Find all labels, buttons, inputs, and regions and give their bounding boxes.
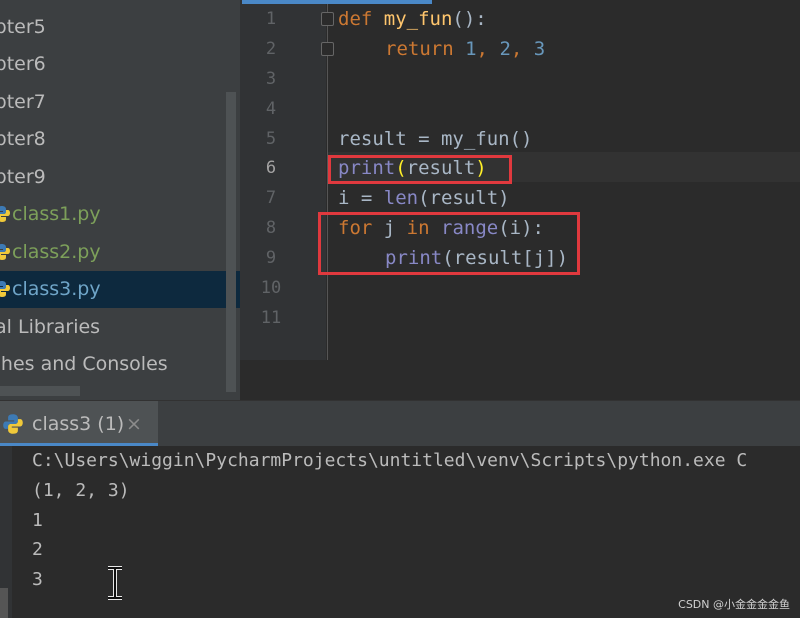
editor-bottom-area bbox=[240, 360, 800, 400]
code-text: (result) bbox=[418, 187, 510, 209]
tree-item-chapter9[interactable]: apter9 bbox=[0, 159, 240, 196]
function-name: my_fun bbox=[383, 8, 453, 30]
code-line-7: i = len(result) bbox=[338, 183, 510, 213]
line-number: 11 bbox=[260, 308, 282, 328]
tree-item-label: nal Libraries bbox=[0, 316, 101, 338]
tree-item-label: apter9 bbox=[0, 166, 46, 188]
line-number: 9 bbox=[265, 248, 277, 268]
line-number: 10 bbox=[260, 278, 282, 298]
tree-item-label: class3.py bbox=[12, 278, 101, 300]
close-icon[interactable]: × bbox=[126, 401, 142, 447]
code-text: (): bbox=[452, 8, 487, 30]
console-scrollbar[interactable] bbox=[0, 588, 8, 618]
console-line: (1, 2, 3) bbox=[32, 480, 130, 501]
tree-item-label: apter7 bbox=[0, 91, 46, 113]
tree-item-label: class1.py bbox=[12, 203, 101, 225]
run-tab-class3[interactable]: class3 (1) × bbox=[0, 401, 158, 446]
project-tree-horizontal-scrollbar[interactable] bbox=[0, 386, 80, 396]
run-tab-label: class3 (1) bbox=[32, 413, 125, 435]
tree-item-chapter6[interactable]: apter6 bbox=[0, 46, 240, 83]
code-line-1: def my_fun(): bbox=[338, 4, 487, 34]
line-number: 8 bbox=[265, 218, 277, 238]
project-tree-vertical-scrollbar[interactable] bbox=[226, 92, 236, 392]
tree-item-chapter5[interactable]: apter5 bbox=[0, 9, 240, 46]
code-line-2: return 1, 2, 3 bbox=[385, 38, 546, 60]
code-editor[interactable]: 1 2 3 4 5 6 7 8 9 10 11 def my_fun(): re… bbox=[240, 0, 800, 400]
fold-marker-icon[interactable] bbox=[321, 12, 334, 26]
code-text: i = bbox=[338, 187, 384, 209]
tree-item-class1-py[interactable]: class1.py bbox=[0, 196, 240, 233]
active-editor-tab-indicator bbox=[242, 0, 432, 4]
tree-item-label: class2.py bbox=[12, 241, 101, 263]
project-tree-panel: apter5 apter6 apter7 apter8 apter9 class… bbox=[0, 0, 240, 400]
number-literal: 2 bbox=[499, 38, 511, 60]
tree-item-chapter7[interactable]: apter7 bbox=[0, 84, 240, 121]
keyword-return: return bbox=[385, 38, 454, 60]
line-number: 5 bbox=[265, 129, 277, 149]
line-number-current: 6 bbox=[265, 158, 277, 178]
i-beam-cursor-icon bbox=[108, 566, 122, 600]
builtin-len: len bbox=[383, 187, 419, 209]
console-line: 3 bbox=[32, 569, 43, 590]
line-number: 7 bbox=[265, 188, 277, 208]
tree-item-class2-py[interactable]: class2.py bbox=[0, 234, 240, 271]
code-line-5: result = my_fun() bbox=[338, 128, 533, 150]
tree-item-scratches-and-consoles[interactable]: tches and Consoles bbox=[0, 346, 240, 383]
fold-marker-icon[interactable] bbox=[321, 42, 334, 56]
line-number: 4 bbox=[265, 99, 277, 119]
line-number: 2 bbox=[265, 39, 277, 59]
pycharm-window: apter5 apter6 apter7 apter8 apter9 class… bbox=[0, 0, 800, 618]
console-line: 1 bbox=[32, 510, 43, 531]
tree-item-class3-py[interactable]: class3.py bbox=[0, 271, 240, 308]
tree-item-label: apter6 bbox=[0, 53, 46, 75]
keyword-def: def bbox=[338, 8, 373, 30]
tree-item-label: apter8 bbox=[0, 128, 46, 150]
tree-item-label: tches and Consoles bbox=[0, 353, 168, 375]
annotation-box-for-loop bbox=[318, 212, 580, 275]
line-number: 3 bbox=[265, 69, 277, 89]
python-icon bbox=[0, 244, 10, 260]
number-literal: 1 bbox=[465, 38, 477, 60]
tree-item-chapter8[interactable]: apter8 bbox=[0, 121, 240, 158]
tree-item-external-libraries[interactable]: nal Libraries bbox=[0, 309, 240, 346]
console-line: C:\Users\wiggin\PycharmProjects\untitled… bbox=[32, 450, 748, 471]
tree-item-label: apter5 bbox=[0, 16, 46, 38]
number-literal: 3 bbox=[533, 38, 546, 60]
run-panel-header: class3 (1) × bbox=[0, 400, 800, 447]
python-icon bbox=[0, 206, 10, 222]
line-number: 1 bbox=[265, 9, 277, 29]
console-line: 2 bbox=[32, 539, 43, 560]
python-icon bbox=[3, 414, 23, 434]
watermark: CSDN @小金金金金鱼 bbox=[678, 598, 790, 611]
python-icon bbox=[0, 281, 10, 297]
annotation-box-print bbox=[328, 155, 512, 184]
